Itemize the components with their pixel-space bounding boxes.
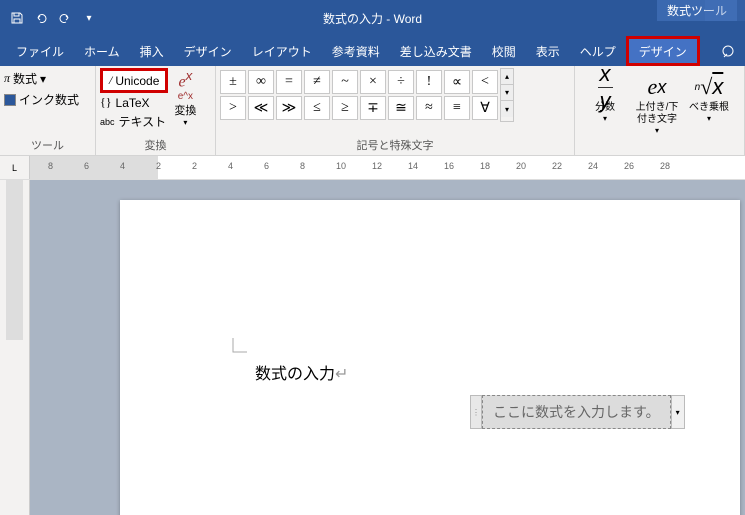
tab-equation-design[interactable]: デザイン	[626, 36, 700, 66]
ruler-tick-label: 12	[372, 161, 382, 171]
symbol-button[interactable]: =	[276, 70, 302, 94]
text-button[interactable]: abcテキスト	[100, 112, 168, 131]
symbol-button[interactable]: ∓	[360, 96, 386, 120]
symbol-button[interactable]: ×	[360, 70, 386, 94]
symbol-button[interactable]: ∞	[248, 70, 274, 94]
ruler-tick-label: 2	[192, 161, 197, 171]
ruler-tick-label: 22	[552, 161, 562, 171]
document-area[interactable]: 数式の入力↵ ⋮ ここに数式を入力します。 ▾	[30, 180, 745, 515]
ruler-tick-label: 4	[120, 161, 125, 171]
equation-placeholder[interactable]: ここに数式を入力します。	[482, 395, 671, 429]
ribbon-group-tools: π 数式 ▾ インク数式 ツール	[0, 66, 96, 155]
group-label-conversion: 変換	[100, 135, 211, 155]
symbols-scroll-down[interactable]: ▾	[501, 85, 513, 101]
save-button[interactable]	[6, 7, 28, 29]
undo-button[interactable]	[30, 7, 52, 29]
equation-move-handle[interactable]: ⋮	[470, 395, 482, 429]
fraction-button[interactable]: xy 分数 ▾	[579, 68, 631, 135]
tab-view[interactable]: 表示	[526, 36, 570, 66]
radical-button[interactable]: n√x べき乗根 ▾	[683, 68, 735, 135]
equation-dropdown[interactable]: π 数式 ▾	[4, 68, 91, 89]
tab-design[interactable]: デザイン	[174, 36, 242, 66]
symbol-button[interactable]: ~	[332, 70, 358, 94]
unicode-button[interactable]: / Unicode	[100, 68, 168, 93]
convert-button[interactable]: ex e^x 変換 ▾	[174, 68, 196, 127]
ruler-tick-label: 24	[588, 161, 598, 171]
ruler-tick-label: 8	[48, 161, 53, 171]
symbol-button[interactable]: ≅	[388, 96, 414, 120]
ribbon-group-conversion: / Unicode {}LaTeX abcテキスト ex e^x 変換 ▾ 変換	[96, 66, 216, 155]
ruler-tick-label: 10	[336, 161, 346, 171]
ruler-tick-label: 4	[228, 161, 233, 171]
ruler-tick-label: 28	[660, 161, 670, 171]
symbol-button[interactable]: ≫	[276, 96, 302, 120]
checkbox-icon	[4, 94, 16, 106]
group-label-symbols: 記号と特殊文字	[220, 135, 570, 155]
ruler-tick-label: 8	[300, 161, 305, 171]
window-title: 数式の入力 - Word	[323, 10, 422, 27]
qat-customize[interactable]: ▾	[78, 7, 100, 29]
equation-options-dropdown[interactable]: ▾	[671, 395, 685, 429]
symbol-button[interactable]: >	[220, 96, 246, 120]
horizontal-ruler[interactable]: 8642246810121416182022242628	[30, 156, 745, 179]
ruler-tick-label: 20	[516, 161, 526, 171]
tab-mailings[interactable]: 差し込み文書	[390, 36, 482, 66]
page: 数式の入力↵ ⋮ ここに数式を入力します。 ▾	[120, 200, 740, 515]
symbol-button[interactable]: ≡	[444, 96, 470, 120]
symbol-button[interactable]: ≈	[416, 96, 442, 120]
ribbon-group-structures: xy 分数 ▾ ex 上付き/下付き文字 ▾ n√x べき乗根 ▾	[575, 66, 745, 155]
tab-review[interactable]: 校閲	[482, 36, 526, 66]
tab-layout[interactable]: レイアウト	[242, 36, 322, 66]
symbol-button[interactable]: <	[472, 70, 498, 94]
tab-file[interactable]: ファイル	[6, 36, 74, 66]
symbols-scroll-up[interactable]: ▴	[501, 69, 513, 85]
ruler-tick-label: 16	[444, 161, 454, 171]
ruler-tick-label: 18	[480, 161, 490, 171]
ink-equation-button[interactable]: インク数式	[4, 89, 91, 110]
symbol-button[interactable]: ≥	[332, 96, 358, 120]
symbol-button[interactable]: ≠	[304, 70, 330, 94]
group-label-tools: ツール	[4, 135, 91, 155]
tab-insert[interactable]: 挿入	[130, 36, 174, 66]
symbols-more[interactable]: ▾	[501, 101, 513, 117]
script-button[interactable]: ex 上付き/下付き文字 ▾	[631, 68, 683, 135]
vertical-ruler[interactable]	[0, 180, 30, 515]
contextual-tab-label: 数式ツール	[657, 0, 737, 21]
ruler-tick-label: 6	[84, 161, 89, 171]
body-text: 数式の入力↵	[255, 360, 348, 384]
ruler-tick-label: 2	[156, 161, 161, 171]
ruler-tick-label: 6	[264, 161, 269, 171]
redo-button[interactable]	[54, 7, 76, 29]
symbol-button[interactable]: ±	[220, 70, 246, 94]
tell-me-icon[interactable]	[711, 36, 745, 66]
paragraph-mark-icon	[230, 335, 252, 362]
symbol-button[interactable]: ≤	[304, 96, 330, 120]
symbol-button[interactable]: ∝	[444, 70, 470, 94]
ruler-tab-selector[interactable]: L	[0, 156, 30, 179]
symbol-button[interactable]: ≪	[248, 96, 274, 120]
tab-references[interactable]: 参考資料	[322, 36, 390, 66]
ribbon-group-symbols: ±∞=≠~×÷!∝< >≪≫≤≥∓≅≈≡∀ ▴ ▾ ▾ 記号と特殊文字	[216, 66, 575, 155]
symbol-button[interactable]: ∀	[472, 96, 498, 120]
latex-button[interactable]: {}LaTeX	[100, 94, 168, 111]
pi-icon: π	[4, 71, 10, 86]
tab-home[interactable]: ホーム	[74, 36, 130, 66]
ruler-tick-label: 14	[408, 161, 418, 171]
symbol-button[interactable]: ÷	[388, 70, 414, 94]
symbol-button[interactable]: !	[416, 70, 442, 94]
ruler-tick-label: 26	[624, 161, 634, 171]
